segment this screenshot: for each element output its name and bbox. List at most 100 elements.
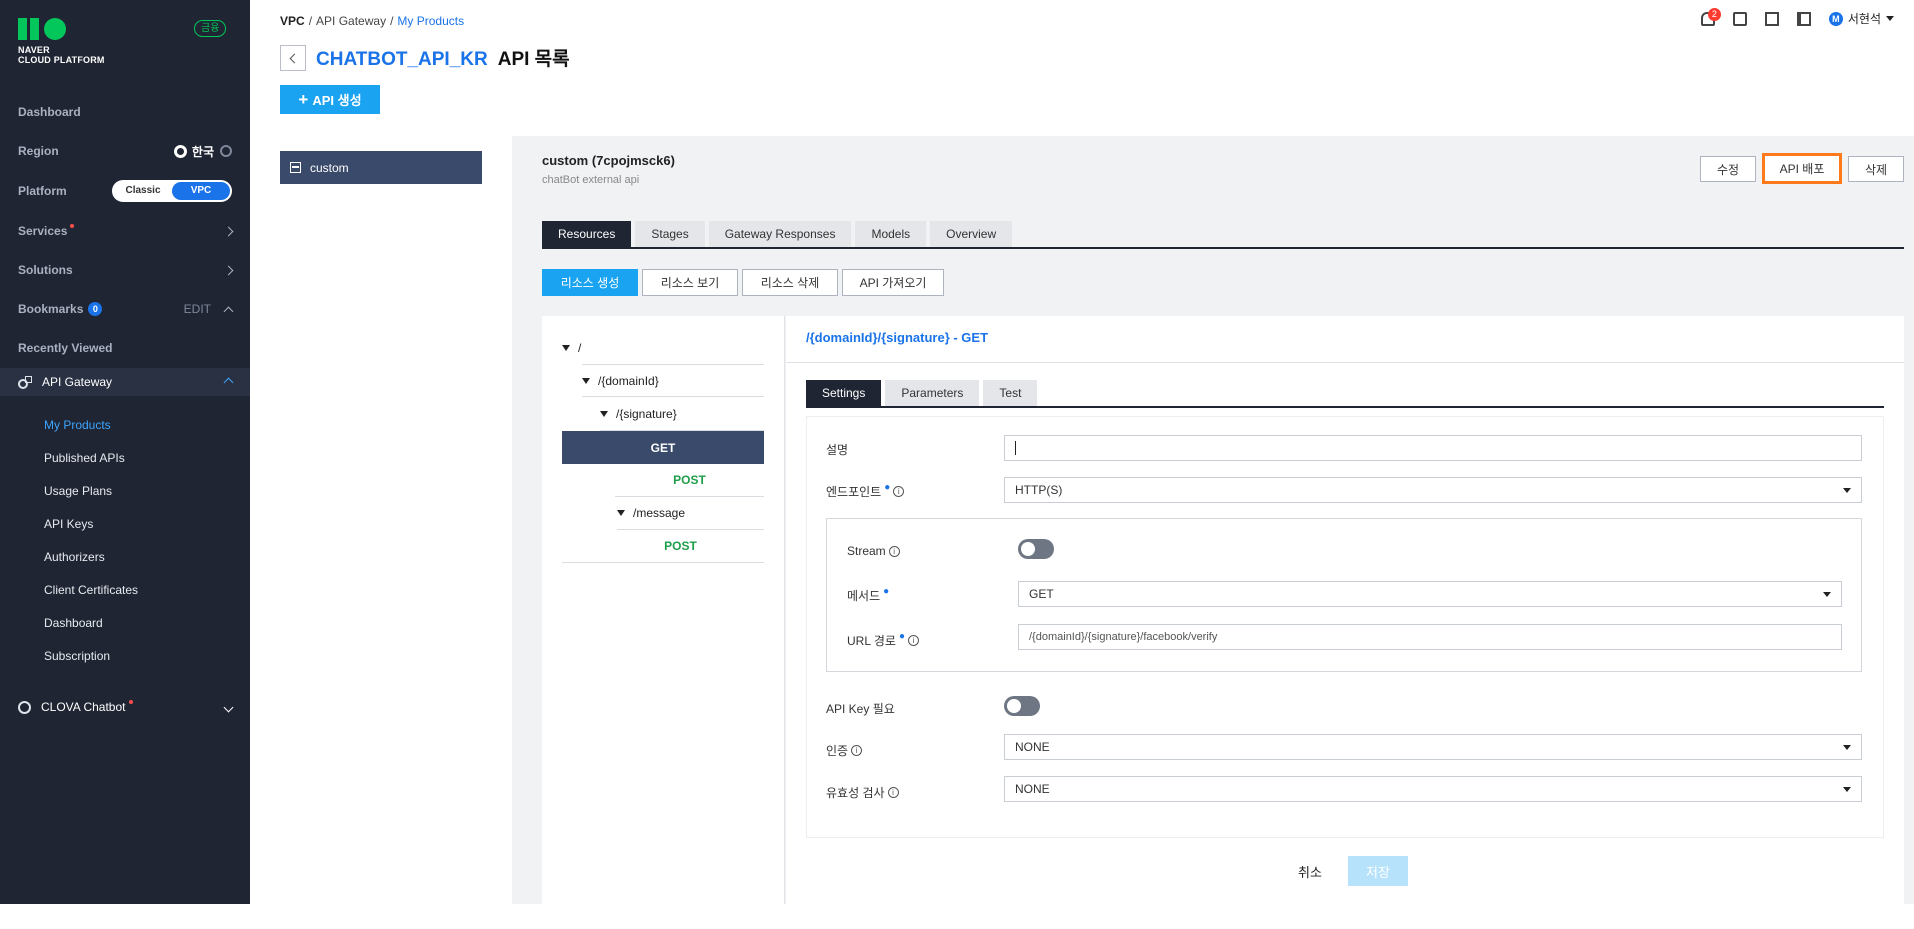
sidebar-item-clova-chatbot[interactable]: CLOVA Chatbot — [0, 693, 250, 721]
breadcrumb-api-gateway[interactable]: API Gateway — [316, 14, 386, 28]
sidebar-item-recently-viewed[interactable]: Recently Viewed — [0, 329, 250, 367]
import-api-button[interactable]: API 가져오기 — [842, 269, 944, 296]
info-icon[interactable]: i — [851, 745, 863, 756]
tree-node-label: /{signature} — [616, 407, 677, 421]
info-icon[interactable]: i — [888, 545, 900, 557]
sidebar-subitem-published-apis[interactable]: Published APIs — [44, 451, 125, 465]
tabs-divider — [542, 247, 1904, 249]
method-title: /{domainId}/{signature} - GET — [806, 330, 989, 345]
chat-icon[interactable] — [1732, 11, 1747, 26]
sidebar-subitem-my-products[interactable]: My Products — [44, 418, 111, 432]
triangle-down-icon[interactable] — [582, 377, 590, 384]
view-resource-button[interactable]: 리소스 보기 — [642, 269, 738, 296]
sidebar-item-label: API Gateway — [42, 375, 113, 389]
tab-parameters[interactable]: Parameters — [885, 380, 980, 406]
label-text: 설명 — [826, 443, 849, 457]
sidebar-item-dashboard[interactable]: Dashboard — [0, 93, 250, 131]
platform-toggle[interactable]: Classic VPC — [112, 180, 232, 202]
edit-note-icon[interactable] — [1764, 11, 1779, 26]
tab-stages[interactable]: Stages — [635, 221, 705, 247]
breadcrumb-vpc[interactable]: VPC — [280, 14, 305, 28]
user-menu[interactable]: M 서현석 — [1828, 10, 1894, 27]
back-button[interactable] — [280, 45, 306, 71]
sidebar-subitem-client-certificates[interactable]: Client Certificates — [44, 583, 138, 597]
endpoint-select[interactable]: HTTP(S) — [1004, 477, 1862, 503]
sidebar-subitem-subscription[interactable]: Subscription — [44, 649, 110, 663]
api-list-panel — [250, 136, 512, 904]
sidebar-item-label: Recently Viewed — [18, 341, 113, 355]
deploy-api-button[interactable]: API 배포 — [1762, 153, 1842, 184]
url-path-input[interactable]: /{domainId}/{signature}/facebook/verify — [1018, 624, 1842, 650]
chevron-down-icon[interactable] — [223, 702, 234, 713]
new-indicator-dot — [128, 700, 133, 704]
sidebar-subitem-usage-plans[interactable]: Usage Plans — [44, 484, 112, 498]
sidebar-item-services[interactable]: Services — [0, 212, 250, 250]
tree-method-post[interactable]: POST — [615, 464, 764, 497]
platform-option-classic[interactable]: Classic — [114, 182, 172, 200]
tab-models[interactable]: Models — [855, 221, 927, 247]
api-key-toggle[interactable] — [1004, 696, 1040, 716]
sidebar-subitem-authorizers[interactable]: Authorizers — [44, 550, 105, 564]
label-text: 인증 — [826, 744, 849, 758]
sidebar-item-api-gateway[interactable]: API Gateway — [0, 368, 250, 396]
triangle-down-icon[interactable] — [600, 411, 608, 417]
url-path-value: /{domainId}/{signature}/facebook/verify — [1029, 631, 1218, 643]
tab-test[interactable]: Test — [983, 380, 1038, 406]
plan-badge: 금융 — [194, 20, 227, 37]
tab-overview[interactable]: Overview — [930, 221, 1013, 247]
info-icon[interactable]: i — [893, 486, 905, 497]
auth-select[interactable]: NONE — [1004, 734, 1862, 760]
bell-icon[interactable]: 2 — [1700, 7, 1721, 26]
platform-option-vpc[interactable]: VPC — [172, 182, 230, 200]
api-list-item[interactable]: custom — [280, 151, 482, 184]
sidebar-subitem-dashboard[interactable]: Dashboard — [44, 616, 103, 630]
tree-node-signature[interactable]: /{signature} — [600, 398, 764, 431]
create-resource-button[interactable]: 리소스 생성 — [542, 269, 638, 296]
tree-node-message[interactable]: /message — [617, 497, 764, 530]
tab-gateway-responses[interactable]: Gateway Responses — [708, 221, 852, 247]
tab-settings[interactable]: Settings — [806, 380, 882, 406]
triangle-down-icon[interactable] — [562, 344, 570, 351]
select-value: NONE — [1015, 740, 1050, 754]
region-label: Region — [18, 144, 59, 158]
tree-node-domain[interactable]: /{domainId} — [582, 364, 764, 397]
tab-resources[interactable]: Resources — [542, 221, 632, 247]
region-value[interactable]: 한국 — [173, 143, 214, 160]
description-input[interactable] — [1004, 435, 1862, 461]
chevron-up-icon[interactable] — [223, 377, 234, 388]
tree-node-root[interactable]: / — [562, 331, 764, 364]
info-icon[interactable]: i — [908, 635, 920, 646]
product-name: CHATBOT_API_KR — [316, 49, 488, 70]
breadcrumb-my-products[interactable]: My Products — [397, 14, 464, 28]
brand-logo[interactable]: NAVER CLOUD PLATFORM — [18, 18, 118, 65]
bookmarks-edit-link[interactable]: EDIT — [184, 302, 211, 316]
cancel-button[interactable]: 취소 — [1298, 862, 1322, 881]
caret-down-icon — [1843, 744, 1851, 750]
brand-text: NAVER CLOUD PLATFORM — [18, 45, 118, 65]
label-text: 유효성 검사 — [826, 786, 885, 800]
delete-resource-button[interactable]: 리소스 삭제 — [742, 269, 838, 296]
stream-toggle[interactable] — [1018, 539, 1054, 559]
method-select[interactable]: GET — [1018, 581, 1842, 607]
delete-api-button[interactable]: 삭제 — [1848, 156, 1904, 182]
gear-icon[interactable] — [220, 145, 232, 157]
triangle-down-icon[interactable] — [617, 510, 625, 516]
chevron-up-icon[interactable] — [223, 306, 234, 316]
sidebar-item-solutions[interactable]: Solutions — [0, 251, 250, 289]
save-button[interactable]: 저장 — [1348, 856, 1408, 886]
bookmarks-count-badge: 0 — [88, 302, 103, 316]
breadcrumb-sep: / — [390, 14, 394, 28]
avatar: M — [1828, 11, 1843, 26]
tree-method-get[interactable]: GET — [562, 431, 764, 464]
create-api-label: API 생성 — [312, 93, 362, 108]
book-icon[interactable] — [1796, 11, 1811, 26]
validation-select[interactable]: NONE — [1004, 776, 1862, 802]
platform-selector: Platform Classic VPC — [0, 172, 250, 210]
create-api-button[interactable]: + API 생성 — [280, 85, 380, 114]
sidebar-item-bookmarks[interactable]: Bookmarks 0 EDIT — [0, 290, 250, 328]
region-selector[interactable]: Region 한국 — [0, 132, 250, 170]
sidebar-subitem-api-keys[interactable]: API Keys — [44, 517, 93, 531]
edit-api-button[interactable]: 수정 — [1700, 156, 1756, 182]
info-icon[interactable]: i — [887, 787, 899, 798]
tree-method-post[interactable]: POST — [562, 530, 764, 563]
